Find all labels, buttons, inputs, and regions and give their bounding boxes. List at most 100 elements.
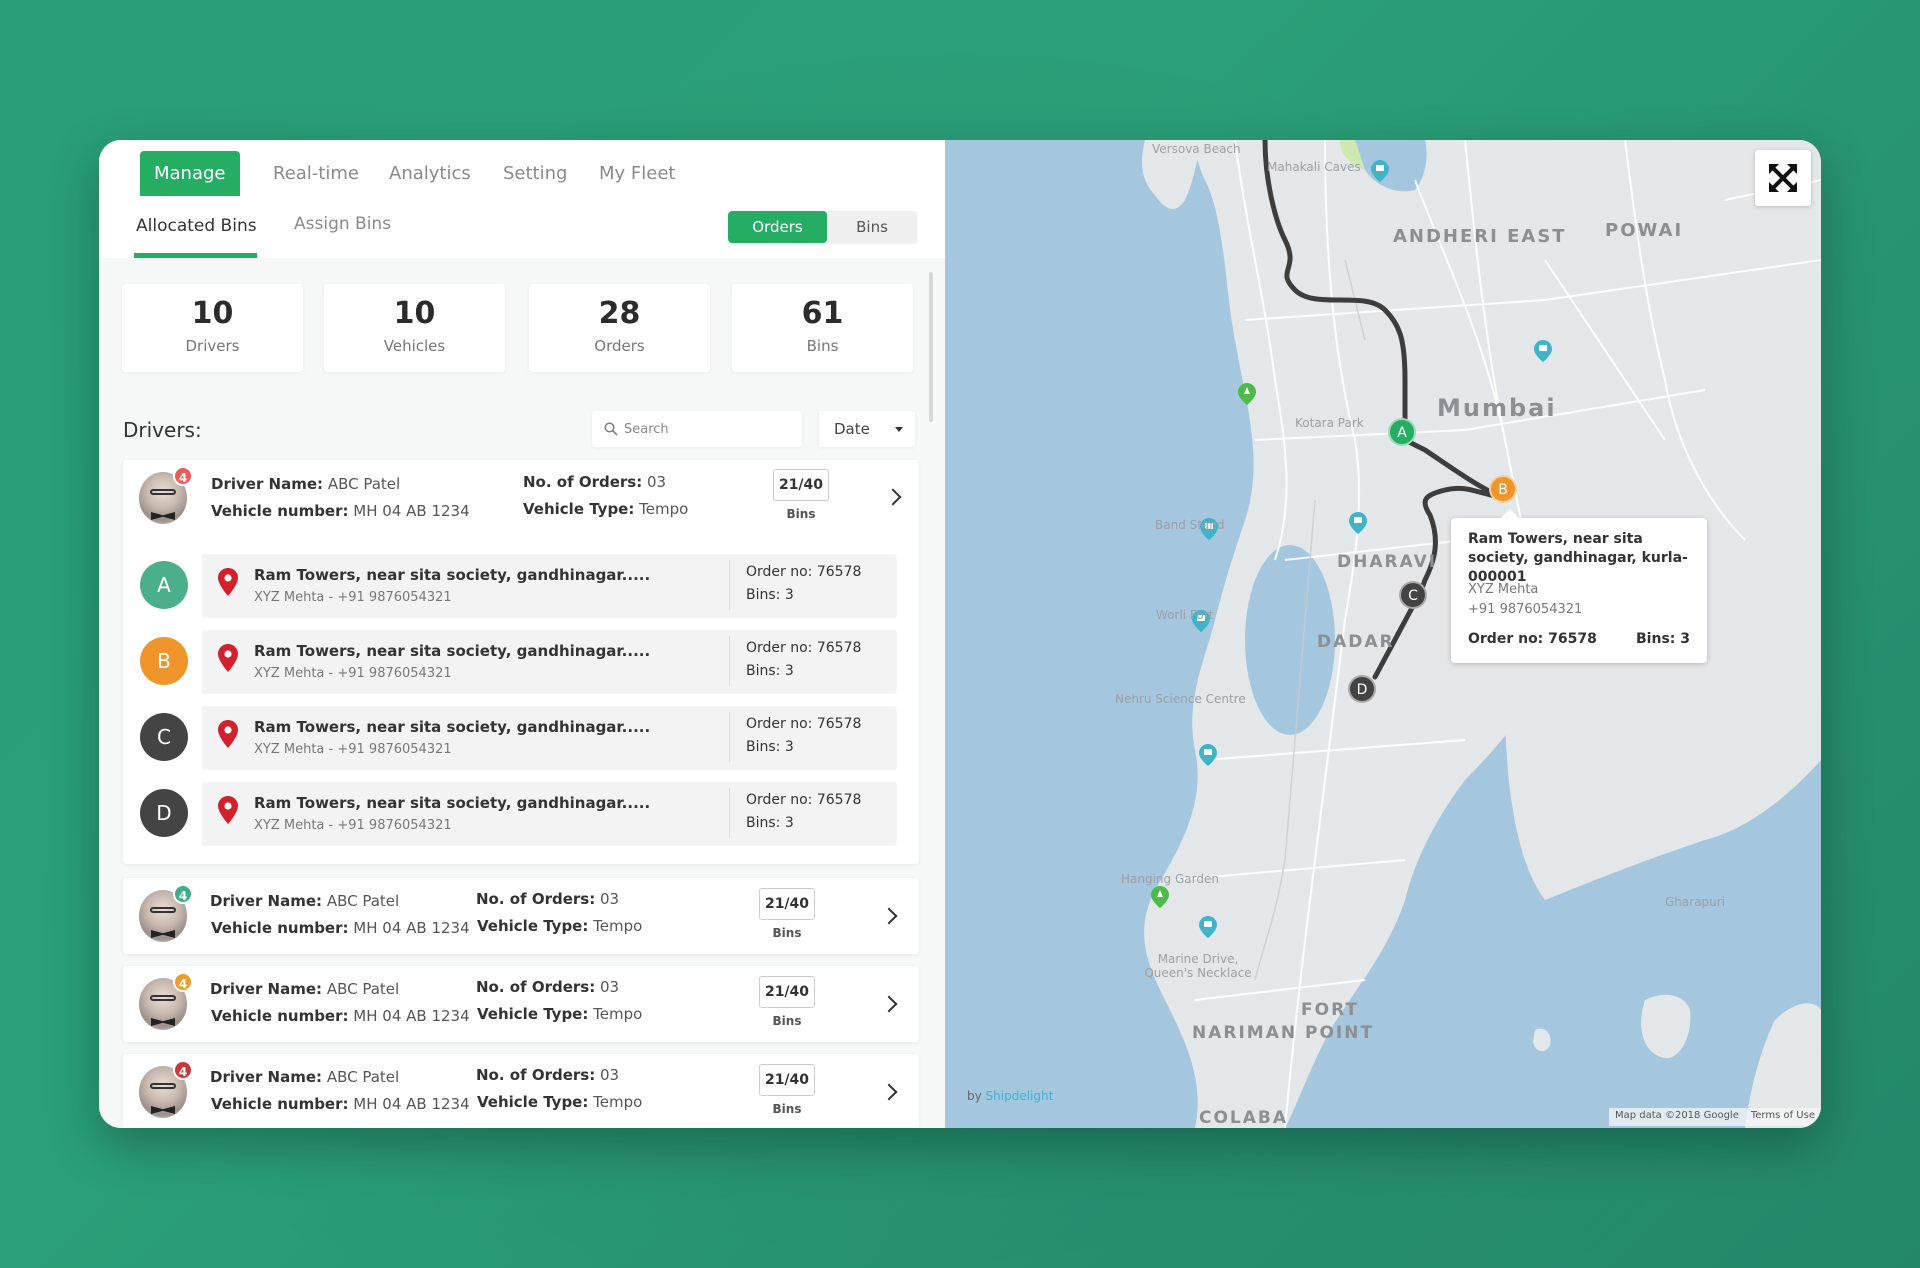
stop-item[interactable]: C Ram Towers, near sita society, gandhin… (123, 706, 919, 770)
stop-address: Ram Towers, near sita society, gandhinag… (254, 718, 651, 736)
stop-item[interactable]: A Ram Towers, near sita society, gandhin… (123, 554, 919, 618)
map-label-mumbai: Mumbai (1437, 394, 1557, 422)
top-nav: Manage Real-time Analytics Setting My Fl… (99, 140, 945, 197)
stop-item[interactable]: D Ram Towers, near sita society, gandhin… (123, 782, 919, 846)
driver-card[interactable]: 4 Driver Name: ABC Patel Vehicle number:… (123, 878, 919, 954)
left-panel: Manage Real-time Analytics Setting My Fl… (99, 140, 945, 1128)
subtab-assign-bins[interactable]: Assign Bins (294, 214, 391, 234)
park-pin-icon[interactable] (1238, 383, 1256, 405)
stat-label: Drivers (185, 337, 240, 355)
poi-pin-icon[interactable] (1371, 160, 1389, 182)
driver-card[interactable]: 4 Driver Name: ABC Patel Vehicle number:… (123, 1054, 919, 1128)
poi-pin-icon[interactable] (1199, 916, 1217, 938)
sort-date-select[interactable]: Date (819, 411, 915, 447)
park-pin-icon[interactable] (1151, 886, 1169, 908)
search-input[interactable] (624, 421, 784, 437)
value: 03 (647, 473, 667, 491)
map-view[interactable]: ANDHERI EAST POWAI Mumbai DHARAVI DADAR … (945, 140, 1821, 1128)
chevron-right-icon[interactable] (884, 488, 902, 506)
app-window: Manage Real-time Analytics Setting My Fl… (99, 140, 1821, 1128)
orders-bins-toggle: Orders Bins (728, 211, 917, 243)
location-pin-icon (218, 720, 238, 748)
tab-manage[interactable]: Manage (140, 151, 240, 197)
popup-order-no: Order no: 76578 (1468, 631, 1597, 647)
scrollbar[interactable] (929, 272, 933, 422)
order-count: No. of Orders: 03 (476, 978, 619, 996)
map-label-hanging-garden: Hanging Garden (1121, 872, 1219, 886)
chevron-right-icon[interactable] (880, 907, 898, 925)
label: Driver Name: (210, 892, 323, 910)
poi-pin-icon[interactable] (1349, 512, 1367, 534)
active-subtab-underline (134, 253, 257, 258)
toggle-orders[interactable]: Orders (728, 211, 827, 243)
stop-contact: XYZ Mehta - +91 9876054321 (254, 742, 452, 757)
stat-label: Vehicles (383, 337, 446, 355)
tab-my-fleet[interactable]: My Fleet (585, 151, 689, 197)
bins-capacity: 21/40 (759, 976, 815, 1008)
vehicle-number: Vehicle number: MH 04 AB 1234 (211, 919, 470, 937)
map-marker-b[interactable]: B (1489, 475, 1517, 503)
notification-badge: 4 (173, 466, 193, 486)
vehicle-number: Vehicle number: MH 04 AB 1234 (211, 1007, 470, 1025)
subtab-allocated-bins[interactable]: Allocated Bins (136, 216, 257, 236)
value: MH 04 AB 1234 (353, 1007, 470, 1025)
avatar: 4 (139, 466, 193, 524)
stat-value: 28 (598, 296, 641, 331)
label: Driver Name: (211, 475, 324, 493)
label: No. of Orders: (476, 1066, 596, 1084)
stat-vehicles: 10 Vehicles (324, 284, 505, 372)
divider (729, 788, 730, 838)
vehicle-number: Vehicle number: MH 04 AB 1234 (211, 1095, 470, 1113)
map-marker-d[interactable]: D (1348, 675, 1376, 703)
poi-pin-icon[interactable] (1534, 340, 1552, 362)
popup-address: Ram Towers, near sita society, gandhinag… (1468, 531, 1688, 585)
search-box (592, 411, 802, 447)
chevron-right-icon[interactable] (880, 995, 898, 1013)
driver-card[interactable]: 4 Driver Name: ABC Patel Vehicle number:… (123, 966, 919, 1042)
popup-phone: +91 9876054321 (1468, 602, 1583, 617)
map-label-fort: FORT (1301, 1000, 1359, 1020)
stop-bins: Bins: 3 (746, 663, 794, 679)
stop-address: Ram Towers, near sita society, gandhinag… (254, 566, 651, 584)
map-marker-a[interactable]: A (1388, 418, 1416, 446)
map-attribution: Map data ©2018 Google Terms of Use (1608, 1108, 1821, 1126)
terms-link[interactable]: Terms of Use (1751, 1110, 1815, 1124)
value: MH 04 AB 1234 (353, 1095, 470, 1113)
fullscreen-button[interactable] (1755, 150, 1811, 206)
value: 03 (600, 978, 620, 996)
location-pin-icon (218, 796, 238, 824)
chevron-right-icon[interactable] (880, 1083, 898, 1101)
map-marker-c[interactable]: C (1399, 581, 1427, 609)
vehicle-number: Vehicle number: MH 04 AB 1234 (211, 502, 470, 520)
driver-card-expanded[interactable]: 4 Driver Name: ABC Patel Vehicle number:… (123, 460, 919, 864)
order-count: No. of Orders: 03 (523, 473, 666, 491)
stat-value: 10 (191, 296, 234, 331)
stop-details: Ram Towers, near sita society, gandhinag… (202, 630, 897, 694)
stats-row: 10 Drivers 10 Vehicles 28 Orders 61 Bins (122, 284, 915, 372)
poi-pin-icon[interactable] (1199, 744, 1217, 766)
stat-value: 10 (393, 296, 436, 331)
value: ABC Patel (326, 1068, 400, 1086)
stat-label: Orders (594, 337, 645, 355)
tab-analytics[interactable]: Analytics (375, 151, 485, 197)
brand-link[interactable]: Shipdelight (986, 1089, 1054, 1103)
tab-setting[interactable]: Setting (489, 151, 581, 197)
stop-item[interactable]: B Ram Towers, near sita society, gandhin… (123, 630, 919, 694)
tab-real-time[interactable]: Real-time (259, 151, 373, 197)
stop-address: Ram Towers, near sita society, gandhinag… (254, 794, 651, 812)
stop-bins: Bins: 3 (746, 739, 794, 755)
value: Tempo (593, 1093, 643, 1111)
toggle-bins[interactable]: Bins (827, 211, 917, 243)
vehicle-type: Vehicle Type: Tempo (477, 917, 642, 935)
value: 03 (600, 890, 620, 908)
map-label-nehru-centre: Nehru Science Centre (1115, 692, 1246, 706)
location-pin-icon (218, 644, 238, 672)
search-icon (604, 422, 618, 436)
stop-order-no: Order no: 76578 (746, 792, 862, 808)
label: Driver Name: (210, 980, 323, 998)
stop-letter-badge: A (140, 561, 188, 609)
divider (729, 712, 730, 762)
divider (729, 560, 730, 610)
map-info-popup: Ram Towers, near sita society, gandhinag… (1451, 509, 1707, 663)
label: Vehicle number: (211, 502, 349, 520)
